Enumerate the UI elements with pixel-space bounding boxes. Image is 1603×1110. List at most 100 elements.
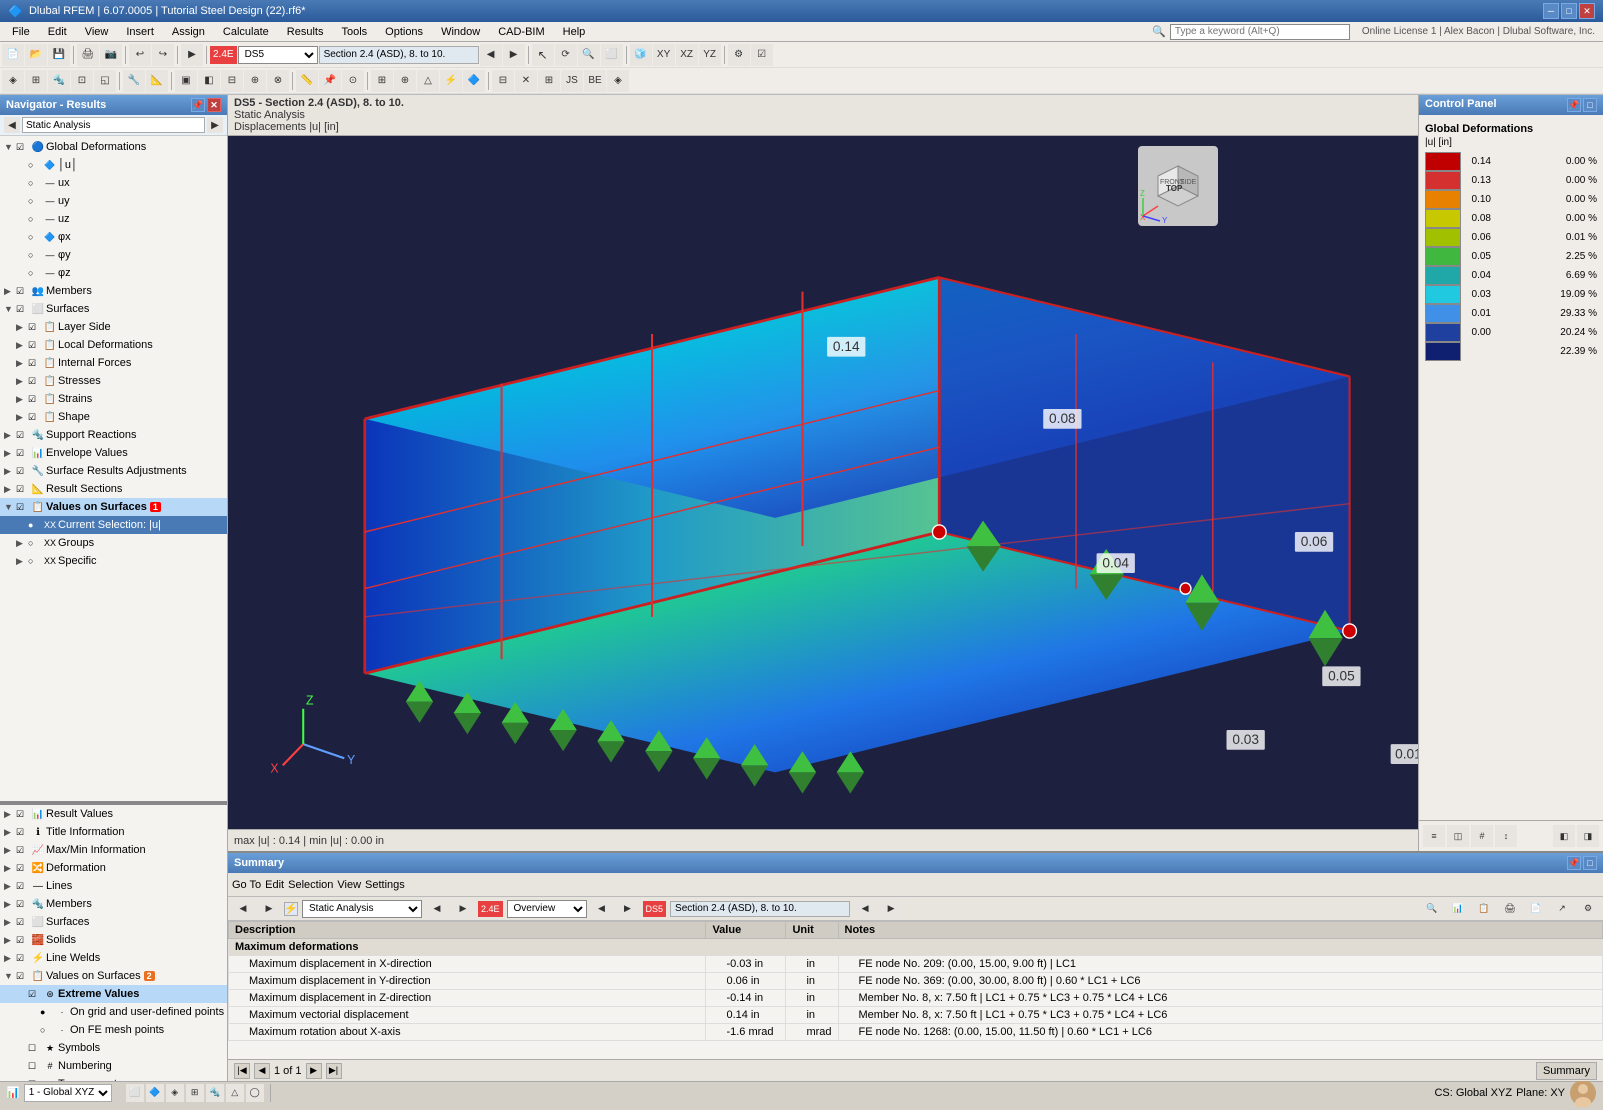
summary-pin-button[interactable]: 📌 xyxy=(1567,856,1581,870)
table-row[interactable]: Maximum displacement in Y-direction 0.06… xyxy=(229,973,1603,990)
cp-shrink-right[interactable]: ◨ xyxy=(1577,825,1599,847)
tree-internal-forces[interactable]: ▶ ☑ 📋 Internal Forces xyxy=(0,354,227,372)
tree-on-grid-points[interactable]: ● · On grid and user-defined points xyxy=(0,1003,227,1021)
select-all-button[interactable]: ☑ xyxy=(751,44,773,66)
tree-strains[interactable]: ▶ ☑ 📋 Strains xyxy=(0,390,227,408)
tb2-btn15[interactable]: ⊙ xyxy=(342,70,364,92)
tb2-btn18[interactable]: △ xyxy=(417,70,439,92)
view-combo[interactable]: 1 - Global XYZ xyxy=(24,1084,112,1102)
analysis-prev-button[interactable]: ◀ xyxy=(232,898,254,920)
zoom-button[interactable]: 🔍 xyxy=(578,44,600,66)
menu-insert[interactable]: Insert xyxy=(118,24,162,40)
menu-assign[interactable]: Assign xyxy=(164,24,213,40)
tree-layer-side[interactable]: ▶ ☑ 📋 Layer Side xyxy=(0,318,227,336)
tb2-btn1[interactable]: ◈ xyxy=(2,70,24,92)
summary-expand-button[interactable]: □ xyxy=(1583,856,1597,870)
summary-view-btn2[interactable]: 📊 xyxy=(1447,898,1469,920)
tree-symbols[interactable]: ☐ ★ Symbols xyxy=(0,1039,227,1057)
tree-on-fe-mesh-points[interactable]: ○ · On FE mesh points xyxy=(0,1021,227,1039)
tb2-btn14[interactable]: 📌 xyxy=(319,70,341,92)
tb2-btn12[interactable]: ⊗ xyxy=(267,70,289,92)
summary-edit[interactable]: Edit xyxy=(265,879,284,891)
tree-u-total[interactable]: ○ 🔷 │u│ xyxy=(0,156,227,174)
summary-view-btn7[interactable]: ⚙ xyxy=(1577,898,1599,920)
new-button[interactable]: 📄 xyxy=(2,44,24,66)
tb2-btn23[interactable]: ⊞ xyxy=(538,70,560,92)
tb2-btn20[interactable]: 🔷 xyxy=(463,70,485,92)
menu-results[interactable]: Results xyxy=(279,24,332,40)
nav-prev-button[interactable]: ◀ xyxy=(4,117,20,133)
cp-expand-button[interactable]: □ xyxy=(1583,98,1597,112)
overview-prev-button[interactable]: ◀ xyxy=(591,898,613,920)
tree-result-sections[interactable]: ▶ ☑ 📐 Result Sections xyxy=(0,480,227,498)
tb2-btn3[interactable]: 🔩 xyxy=(48,70,70,92)
prev-section-button[interactable]: ◀ xyxy=(480,44,502,66)
nav-next-button[interactable]: ▶ xyxy=(207,117,223,133)
cursor-button[interactable]: ↖ xyxy=(532,44,554,66)
tb2-btn22[interactable]: ✕ xyxy=(515,70,537,92)
tree-members[interactable]: ▶ ☑ 👥 Members xyxy=(0,282,227,300)
nav-close-button[interactable]: ✕ xyxy=(207,98,221,112)
tree-values-on-surfaces[interactable]: ▼ ☑ 📋 Values on Surfaces 1 xyxy=(0,498,227,516)
screenshot-button[interactable]: 📷 xyxy=(100,44,122,66)
tb2-btn25[interactable]: BE xyxy=(584,70,606,92)
summary-view-btn6[interactable]: ↗ xyxy=(1551,898,1573,920)
sb-btn6[interactable]: △ xyxy=(226,1084,244,1102)
tree-result-values[interactable]: ▶ ☑ 📊 Result Values xyxy=(0,805,227,823)
cp-btn1[interactable]: ≡ xyxy=(1423,825,1445,847)
prev-page-button[interactable]: ◀ xyxy=(254,1063,270,1079)
tb2-btn4[interactable]: ⊡ xyxy=(71,70,93,92)
tb2-btn11[interactable]: ⊕ xyxy=(244,70,266,92)
tree-support-reactions[interactable]: ▶ ☑ 🔩 Support Reactions xyxy=(0,426,227,444)
redo-button[interactable]: ↪ xyxy=(152,44,174,66)
section-next-button[interactable]: ▶ xyxy=(880,898,902,920)
tb2-btn21[interactable]: ⊟ xyxy=(492,70,514,92)
tb2-btn17[interactable]: ⊕ xyxy=(394,70,416,92)
cp-btn3[interactable]: # xyxy=(1471,825,1493,847)
tree-ux[interactable]: ○ — ux xyxy=(0,174,227,192)
summary-tab[interactable]: Summary xyxy=(1536,1062,1597,1080)
tb2-btn26[interactable]: ◈ xyxy=(607,70,629,92)
cp-expand-right[interactable]: ◧ xyxy=(1553,825,1575,847)
tb2-btn2[interactable]: ⊞ xyxy=(25,70,47,92)
tree-phix[interactable]: ○ 🔷 φx xyxy=(0,228,227,246)
tree-lines[interactable]: ▶ ☑ — Lines xyxy=(0,877,227,895)
view-xy-button[interactable]: XY xyxy=(653,44,675,66)
overview-combo[interactable]: Overview xyxy=(507,900,587,918)
tree-solids[interactable]: ▶ ☑ 🧱 Solids xyxy=(0,931,227,949)
tree-values-on-surfaces-2[interactable]: ▼ ☑ 📋 Values on Surfaces 2 xyxy=(0,967,227,985)
tb2-btn16[interactable]: ⊞ xyxy=(371,70,393,92)
menu-edit[interactable]: Edit xyxy=(40,24,75,40)
sb-btn5[interactable]: 🔩 xyxy=(206,1084,224,1102)
last-page-button[interactable]: ▶| xyxy=(326,1063,342,1079)
tree-phiy[interactable]: ○ — φy xyxy=(0,246,227,264)
sb-btn7[interactable]: ◯ xyxy=(246,1084,264,1102)
summary-view-btn5[interactable]: 📄 xyxy=(1525,898,1547,920)
maximize-button[interactable]: □ xyxy=(1561,3,1577,19)
overview-next-button[interactable]: ▶ xyxy=(617,898,639,920)
cp-btn4[interactable]: ↕ xyxy=(1495,825,1517,847)
table-row[interactable]: Maximum rotation about X-axis -1.6 mrad … xyxy=(229,1024,1603,1041)
tree-members-bottom[interactable]: ▶ ☑ 🔩 Members xyxy=(0,895,227,913)
tb2-btn5[interactable]: ◱ xyxy=(94,70,116,92)
save-button[interactable]: 💾 xyxy=(48,44,70,66)
menu-options[interactable]: Options xyxy=(377,24,431,40)
summary-settings[interactable]: Settings xyxy=(365,879,405,891)
sb-btn2[interactable]: 🔷 xyxy=(146,1084,164,1102)
tree-groups[interactable]: ▶ ○ XX Groups xyxy=(0,534,227,552)
tree-envelope-values[interactable]: ▶ ☑ 📊 Envelope Values xyxy=(0,444,227,462)
summary-selection[interactable]: Selection xyxy=(288,879,333,891)
tree-surfaces-bottom[interactable]: ▶ ☑ ⬜ Surfaces xyxy=(0,913,227,931)
summary-view-btn4[interactable]: 🖨 xyxy=(1499,898,1521,920)
tb2-btn8[interactable]: ▣ xyxy=(175,70,197,92)
analysis-type-combo[interactable]: Static Analysis xyxy=(302,900,422,918)
summary-goto[interactable]: Go To xyxy=(232,879,261,891)
view-yz-button[interactable]: YZ xyxy=(699,44,721,66)
summary-view-btn1[interactable]: 🔍 xyxy=(1421,898,1443,920)
tree-transparent[interactable]: ☐ ◻ Transparent xyxy=(0,1075,227,1081)
tb2-btn9[interactable]: ◧ xyxy=(198,70,220,92)
settings-btn[interactable]: ⚙ xyxy=(728,44,750,66)
summary-view[interactable]: View xyxy=(337,879,361,891)
run-analysis-button[interactable]: ▶ xyxy=(181,44,203,66)
sb-btn1[interactable]: ⬜ xyxy=(126,1084,144,1102)
